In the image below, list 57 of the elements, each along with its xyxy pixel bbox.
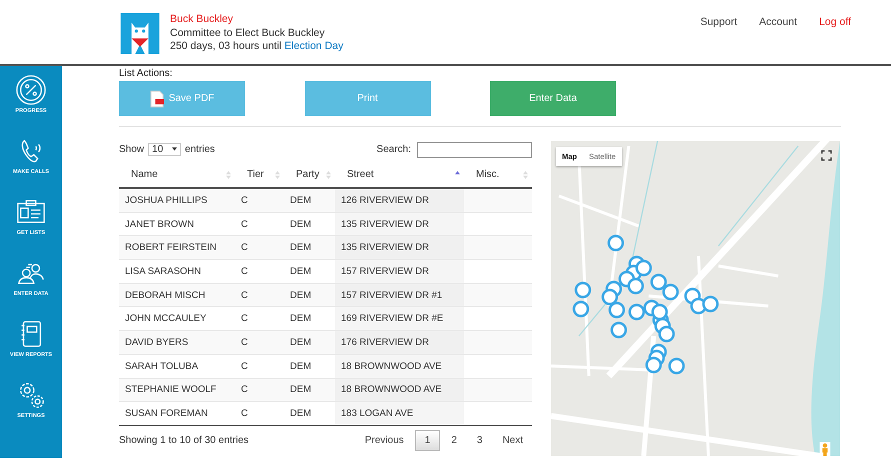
table-cell: DEM [284, 188, 335, 212]
page-button[interactable]: 2 [442, 430, 466, 450]
table-cell: ROBERT FEIRSTEIN [119, 236, 235, 260]
page-button[interactable]: 3 [468, 430, 492, 450]
page-button[interactable]: 1 [414, 430, 440, 451]
sort-icon [275, 171, 280, 179]
table-cell: DEM [284, 378, 335, 402]
page-size-select[interactable]: 10 [148, 143, 181, 156]
countdown-text: 250 days, 03 hours until [170, 40, 282, 52]
table-cell: SUSAN FOREMAN [119, 402, 235, 425]
pdf-file-icon [150, 90, 164, 108]
table-cell: C [235, 236, 284, 260]
table-cell: 126 RIVERVIEW DR [335, 188, 464, 212]
table-cell: C [235, 188, 284, 212]
table-cell: DEM [284, 236, 335, 260]
search-label: Search: [376, 144, 411, 155]
table-cell: JOSHUA PHILLIPS [119, 188, 235, 212]
table-cell: 135 RIVERVIEW DR [335, 212, 464, 236]
table-cell: C [235, 330, 284, 354]
table-cell: DEM [284, 283, 335, 307]
table-cell: DEM [284, 330, 335, 354]
table-cell: C [235, 283, 284, 307]
table-cell: DEBORAH MISCH [119, 283, 235, 307]
table-cell: 169 RIVERVIEW DR #E [335, 306, 464, 331]
sort-icon [523, 171, 528, 179]
table-info: Showing 1 to 10 of 30 entries [119, 434, 249, 446]
table-cell: 157 RIVERVIEW DR [335, 260, 464, 284]
committee-name: Committee to Elect Buck Buckley [170, 26, 326, 40]
fullscreen-icon[interactable] [821, 150, 832, 161]
show-label: Show [119, 144, 144, 155]
person-icon[interactable] [819, 442, 831, 456]
table-cell: 135 RIVERVIEW DR [335, 236, 464, 260]
table-cell: C [235, 378, 284, 402]
table-cell: 157 RIVERVIEW DR #1 [335, 283, 464, 307]
table-cell: 176 RIVERVIEW DR [335, 330, 464, 354]
election-day-link[interactable]: Election Day [284, 40, 344, 52]
percent-icon [15, 74, 47, 106]
table-cell: STEPHANIE WOOLF [119, 378, 235, 402]
caret-icon [172, 147, 177, 152]
table-cell: C [235, 402, 284, 425]
table-cell: DAVID BYERS [119, 330, 235, 354]
table-cell [464, 188, 532, 212]
list-actions-label: List Actions: [119, 68, 174, 79]
nav-link[interactable]: Support [700, 16, 738, 28]
search-field[interactable] [417, 142, 532, 158]
sort-icon [226, 171, 231, 179]
logoff-link[interactable]: Log off [819, 16, 851, 28]
entries-label: entries [184, 144, 215, 155]
table-cell: 18 BROWNWOOD AVE [335, 354, 464, 378]
sort-icon [326, 171, 331, 179]
nav-link[interactable]: Account [759, 16, 798, 28]
table-cell: 183 LOGAN AVE [335, 402, 464, 425]
logo-icon [120, 13, 160, 54]
previous-link[interactable]: Previous [356, 430, 413, 450]
candidate-name: Buck Buckley [170, 13, 234, 26]
table-cell: 18 BROWNWOOD AVE [335, 378, 464, 402]
next-link[interactable]: Next [493, 430, 532, 450]
